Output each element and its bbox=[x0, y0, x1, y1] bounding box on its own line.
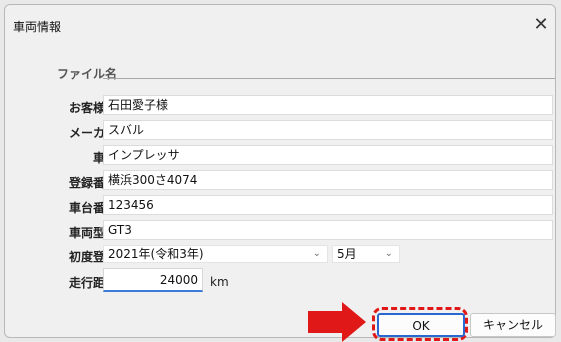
mileage-unit: km bbox=[210, 275, 229, 289]
maker-field[interactable]: スバル bbox=[103, 120, 553, 140]
first-registration-year-select[interactable]: 2021年(令和3年) ⌄ bbox=[103, 245, 328, 263]
vehicle-info-dialog: 車両情報 ✕ ファイル名 お客様名 石田愛子様 メーカー スバル 車種 インプレ… bbox=[4, 4, 556, 341]
dialog-title: 車両情報 bbox=[13, 20, 62, 34]
first-registration-year-value: 2021年(令和3年) bbox=[108, 247, 204, 261]
title-bar: 車両情報 ✕ bbox=[5, 5, 555, 43]
first-registration-month-select[interactable]: 5月 ⌄ bbox=[332, 245, 400, 263]
close-icon[interactable]: ✕ bbox=[527, 11, 555, 39]
chevron-down-icon: ⌄ bbox=[312, 248, 321, 259]
ok-button[interactable]: OK bbox=[377, 313, 465, 337]
file-name-field[interactable] bbox=[103, 78, 555, 79]
file-name-label: ファイル名 bbox=[56, 67, 117, 81]
mileage-field[interactable]: 24000 bbox=[103, 268, 203, 292]
model-field[interactable]: インプレッサ bbox=[103, 145, 553, 165]
vehicle-type-field[interactable]: GT3 bbox=[103, 220, 553, 240]
chassis-number-field[interactable]: 123456 bbox=[103, 195, 553, 215]
red-arrow-icon bbox=[308, 302, 366, 342]
first-registration-month-value: 5月 bbox=[337, 247, 357, 261]
cancel-button[interactable]: キャンセル bbox=[470, 313, 556, 337]
registration-number-field[interactable]: 横浜300さ4074 bbox=[103, 170, 553, 190]
customer-name-field[interactable]: 石田愛子様 bbox=[103, 95, 553, 115]
chevron-down-icon: ⌄ bbox=[384, 248, 393, 259]
